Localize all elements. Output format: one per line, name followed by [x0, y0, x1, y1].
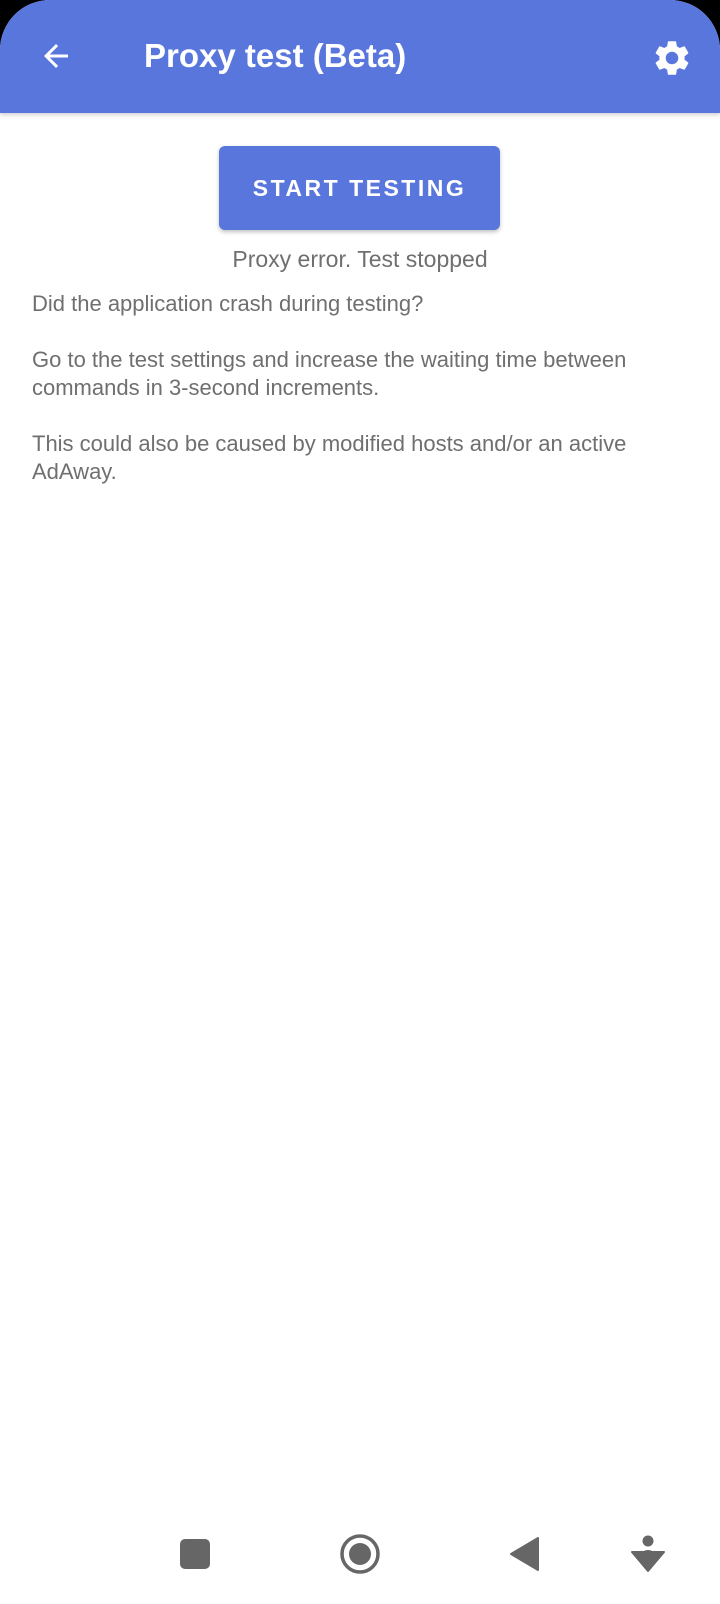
info-paragraph-settings: Go to the test settings and increase the… [32, 347, 627, 400]
triangle-back-icon [510, 1537, 539, 1571]
info-paragraph-adaway: This could also be caused by modified ho… [32, 431, 627, 484]
arrow-left-icon [44, 44, 68, 68]
accessibility-button[interactable] [618, 1524, 678, 1584]
app-bar: Proxy test (Beta) [0, 0, 720, 113]
back-nav-button[interactable] [494, 1524, 554, 1584]
accessibility-down-icon [631, 1535, 665, 1572]
circle-home-icon [340, 1534, 380, 1574]
gear-icon [655, 41, 689, 75]
recents-button[interactable] [165, 1524, 225, 1584]
info-paragraph-crash: Did the application crash during testing… [32, 291, 424, 316]
square-recents-icon [180, 1539, 210, 1569]
system-nav-bar [0, 1504, 720, 1604]
app-screen: Proxy test (Beta) START TESTING Proxy er… [0, 0, 720, 1604]
settings-button[interactable] [644, 30, 700, 86]
home-button[interactable] [330, 1524, 390, 1584]
page-title: Proxy test (Beta) [144, 37, 407, 74]
back-button[interactable] [28, 28, 84, 84]
status-text: Proxy error. Test stopped [232, 246, 488, 272]
start-testing-button[interactable]: START TESTING [219, 146, 500, 230]
